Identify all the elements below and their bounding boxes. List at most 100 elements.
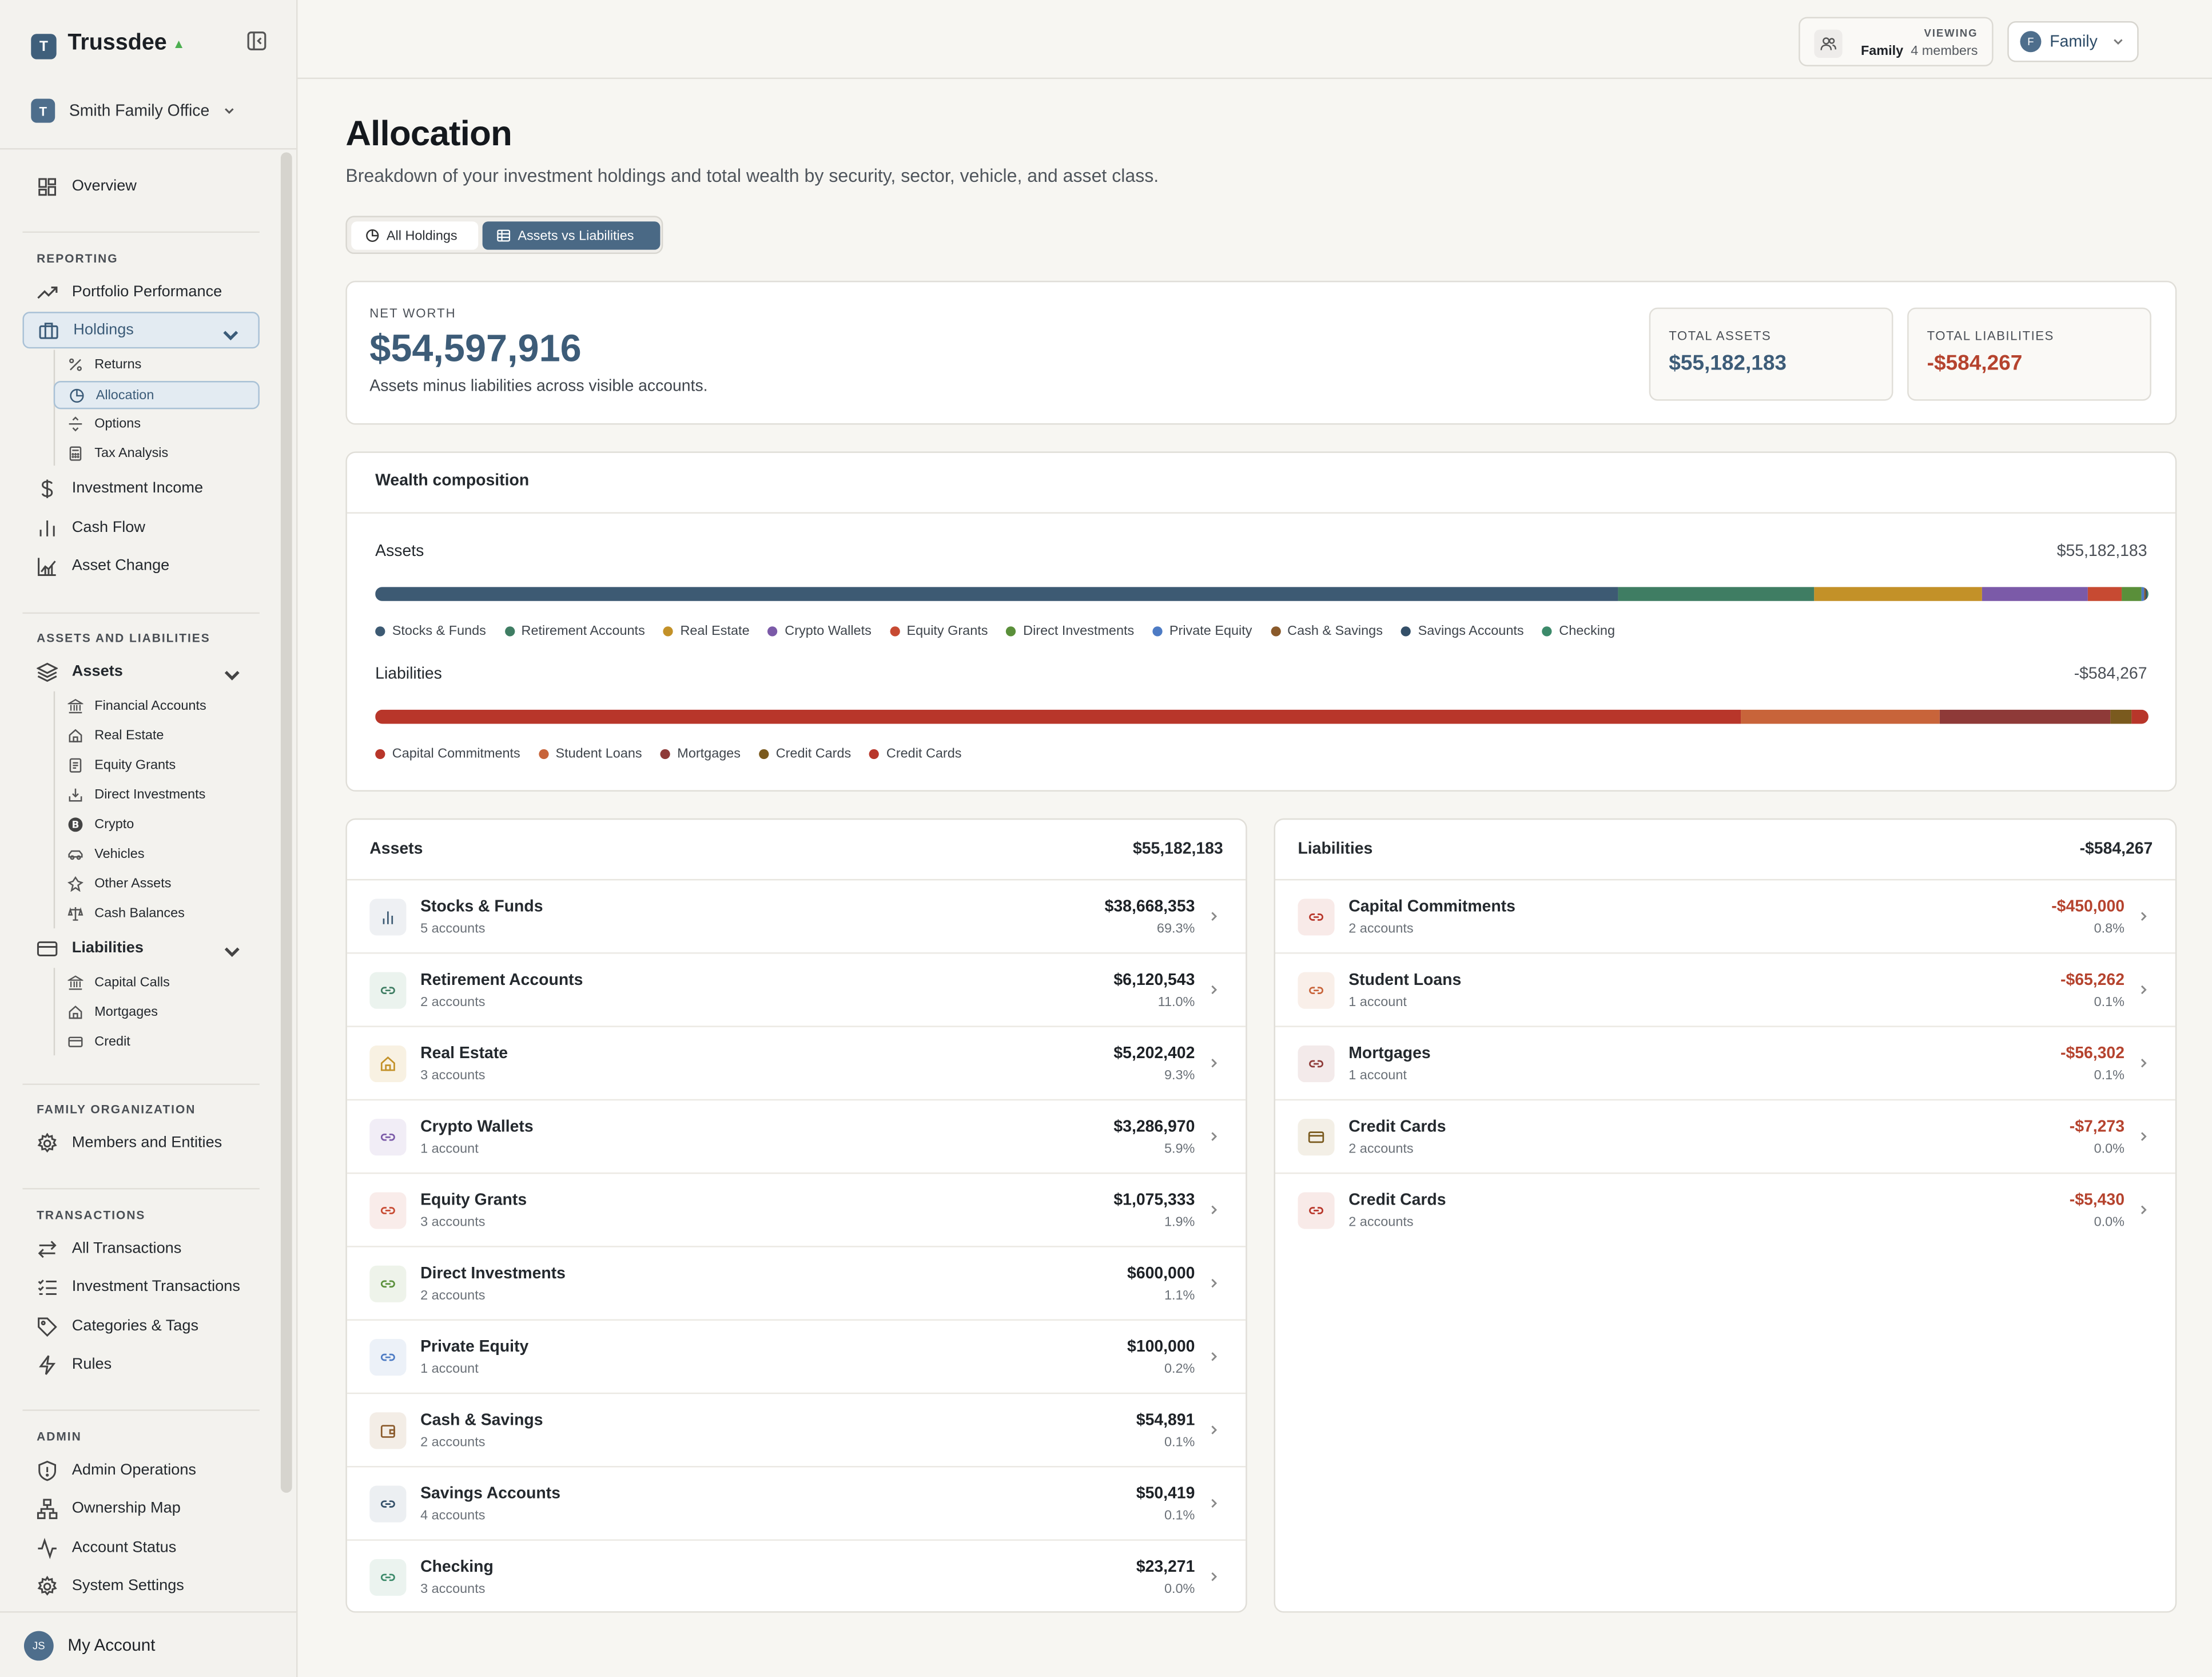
sidebar-item-account-status[interactable]: Account Status	[22, 1529, 259, 1566]
bank-icon	[67, 698, 83, 713]
row-name: Cash & Savings	[420, 1412, 543, 1429]
sidebar-item-investment-transactions[interactable]: Investment Transactions	[22, 1269, 259, 1305]
bar-segment	[1814, 587, 1982, 601]
bar-segment	[2087, 587, 2122, 601]
sidebar-item-portfolio-performance[interactable]: Portfolio Performance	[22, 274, 259, 311]
legend-label: Mortgages	[677, 746, 741, 762]
sidebar-item-real-estate[interactable]: Real Estate	[22, 721, 259, 749]
list-check-icon	[38, 1278, 57, 1294]
row-value: $54,891	[1136, 1412, 1195, 1429]
sidebar-item-equity-grants[interactable]: Equity Grants	[22, 750, 259, 778]
sidebar-item-categories-tags[interactable]: Categories & Tags	[22, 1308, 259, 1345]
sidebar-item-options[interactable]: Options	[22, 409, 259, 437]
chevron-right-icon	[1211, 1572, 1218, 1581]
chevron-right-icon	[2141, 985, 2147, 995]
row-name: Savings Accounts	[420, 1485, 561, 1503]
sidebar-item-tax-analysis[interactable]: Tax Analysis	[22, 439, 259, 467]
sidebar-item-members-entities[interactable]: Members and Entities	[22, 1124, 259, 1161]
layers-icon	[37, 662, 58, 681]
sidebar-item-rules[interactable]: Rules	[22, 1346, 259, 1382]
sidebar-item-investment-income[interactable]: Investment Income	[22, 470, 259, 506]
table-row[interactable]: Private Equity 1 account $100,000 0.2%	[347, 1321, 1246, 1394]
sidebar-item-all-transactions[interactable]: All Transactions	[22, 1230, 259, 1267]
chevron-right-icon	[1211, 985, 1218, 995]
sidebar-item-system-settings[interactable]: System Settings	[22, 1568, 259, 1604]
sidebar-item-assets[interactable]: Assets	[22, 653, 259, 690]
sidebar-item-label: Members and Entities	[71, 1134, 222, 1151]
sidebar-item-crypto[interactable]: B Crypto	[22, 810, 259, 838]
table-row[interactable]: Stocks & Funds 5 accounts $38,668,353 69.3%	[347, 880, 1246, 954]
legend-label: Equity Grants	[906, 623, 988, 639]
tab-all-holdings[interactable]: All Holdings	[351, 221, 479, 250]
row-value: $6,120,543	[1113, 972, 1195, 989]
sidebar-item-admin-operations[interactable]: Admin Operations	[22, 1452, 259, 1488]
row-account-count: 2 accounts	[1348, 1141, 1414, 1157]
sidebar-item-allocation[interactable]: Allocation	[53, 381, 260, 410]
bank-icon	[67, 975, 83, 989]
sidebar-item-asset-change[interactable]: Asset Change	[22, 547, 259, 584]
table-row[interactable]: Equity Grants 3 accounts $1,075,333 1.9%	[347, 1174, 1246, 1247]
row-name: Credit Cards	[1348, 1119, 1446, 1136]
table-row[interactable]: Checking 3 accounts $23,271 0.0%	[347, 1541, 1246, 1614]
assets-bar	[375, 587, 2149, 601]
sidebar-item-label: Assets	[71, 663, 123, 680]
chevron-right-icon	[2141, 1205, 2147, 1214]
legend-dot	[889, 626, 900, 637]
scale-icon	[67, 906, 83, 920]
chevron-down-icon	[2113, 39, 2123, 45]
table-row[interactable]: Capital Commitments 2 accounts -$450,000 0.…	[1275, 880, 2175, 954]
sidebar-item-cash-flow[interactable]: Cash Flow	[22, 510, 259, 546]
link-icon	[369, 1192, 407, 1229]
my-account[interactable]: JS My Account	[0, 1611, 298, 1677]
sidebar-item-label: Rules	[71, 1356, 112, 1373]
sidebar-item-label: All Transactions	[71, 1240, 182, 1257]
sidebar-item-cash-balances[interactable]: Cash Balances	[22, 899, 259, 927]
sidebar-item-mortgages[interactable]: Mortgages	[22, 998, 259, 1026]
viewing-indicator[interactable]: VIEWING Family 4 members	[1799, 17, 1994, 66]
link-icon	[369, 1338, 407, 1376]
sidebar-item-direct-investments[interactable]: Direct Investments	[22, 780, 259, 808]
sidebar-item-vehicles[interactable]: Vehicles	[22, 840, 259, 868]
chevron-right-icon	[2141, 1059, 2147, 1068]
row-name: Credit Cards	[1348, 1192, 1446, 1210]
sidebar-item-ownership-map[interactable]: Ownership Map	[22, 1490, 259, 1527]
table-row[interactable]: Credit Cards 2 accounts -$5,430 0.0%	[1275, 1174, 2175, 1247]
table-row[interactable]: Crypto Wallets 1 account $3,286,970 5.9%	[347, 1100, 1246, 1174]
table-row[interactable]: Direct Investments 2 accounts $600,000 1.1%	[347, 1247, 1246, 1321]
sidebar-item-liabilities[interactable]: Liabilities	[22, 930, 259, 967]
liabilities-table-header: Liabilities -$584,267	[1275, 820, 2175, 881]
family-selector[interactable]: F Family	[2007, 21, 2139, 62]
row-name: Direct Investments	[420, 1265, 566, 1283]
sidebar-item-capital-calls[interactable]: Capital Calls	[22, 968, 259, 996]
table-row[interactable]: Credit Cards 2 accounts -$7,273 0.0%	[1275, 1100, 2175, 1174]
sidebar-item-returns[interactable]: Returns	[22, 350, 259, 378]
table-row[interactable]: Mortgages 1 account -$56,302 0.1%	[1275, 1027, 2175, 1101]
legend-item: Student Loans	[538, 746, 642, 762]
tab-assets-vs-liabilities[interactable]: Assets vs Liabilities	[482, 221, 661, 250]
divider	[22, 1409, 260, 1411]
sidebar-item-overview[interactable]: Overview	[22, 168, 259, 205]
sidebar-item-holdings[interactable]: Holdings	[22, 312, 260, 349]
link-icon	[1298, 1045, 1335, 1083]
brand[interactable]: T Trussdee ▲	[31, 28, 185, 59]
table-row[interactable]: Savings Accounts 4 accounts $50,419 0.1%	[347, 1467, 1246, 1541]
collapse-sidebar-icon[interactable]	[245, 30, 268, 52]
row-account-count: 4 accounts	[420, 1508, 486, 1524]
row-value: $38,668,353	[1104, 899, 1195, 916]
org-switcher[interactable]: T Smith Family Office	[31, 98, 236, 123]
row-name: Checking	[420, 1559, 494, 1576]
sidebar-item-financial-accounts[interactable]: Financial Accounts	[22, 692, 259, 720]
sidebar-scrollbar[interactable]	[280, 152, 292, 1493]
row-name: Capital Commitments	[1348, 899, 1515, 916]
row-name: Student Loans	[1348, 972, 1462, 989]
table-row[interactable]: Real Estate 3 accounts $5,202,402 9.3%	[347, 1027, 1246, 1101]
total-assets-label: TOTAL ASSETS	[1669, 328, 1772, 343]
sidebar-item-credit[interactable]: Credit	[22, 1027, 259, 1055]
table-row[interactable]: Retirement Accounts 2 accounts $6,120,543 1…	[347, 954, 1246, 1027]
avatar: JS	[23, 1630, 54, 1660]
table-row[interactable]: Student Loans 1 account -$65,262 0.1%	[1275, 954, 2175, 1027]
bar-chart-icon	[369, 899, 407, 936]
table-row[interactable]: Cash & Savings 2 accounts $54,891 0.1%	[347, 1394, 1246, 1468]
chevron-right-icon	[1211, 1205, 1218, 1214]
sidebar-item-other-assets[interactable]: Other Assets	[22, 869, 259, 897]
